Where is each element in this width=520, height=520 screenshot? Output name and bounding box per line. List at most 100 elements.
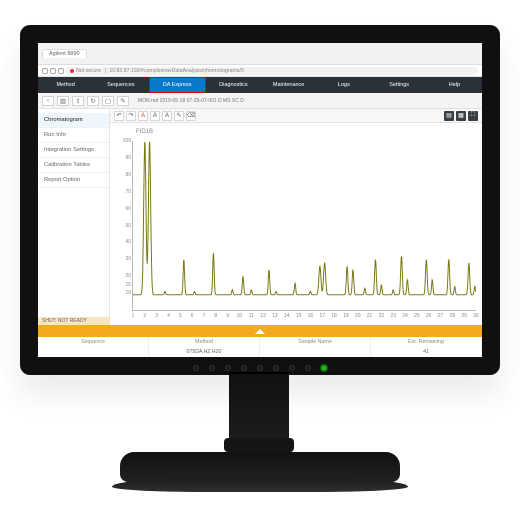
chart-tool-redo-icon[interactable]: ↷ <box>126 111 136 121</box>
sequence-label: Sequence <box>38 337 149 347</box>
chart-tool-ared-icon[interactable]: A <box>138 111 148 121</box>
security-warning-icon <box>70 69 74 73</box>
power-led <box>321 365 327 371</box>
footer-headers: Sequence MethodSample NameEst. Remaining <box>38 337 482 347</box>
nav-tab-help[interactable]: Help <box>427 77 482 93</box>
xtick: 11 <box>249 313 254 319</box>
doc-icon[interactable]: ▥ <box>57 96 69 106</box>
nav-tab-logs[interactable]: Logs <box>316 77 371 93</box>
monitor-buttons <box>193 365 327 371</box>
xtick: 12 <box>260 313 266 319</box>
status-warning: SHUT: NOT READY <box>38 317 110 325</box>
chart-title: FID1B <box>136 129 476 135</box>
xtick: 2 <box>143 313 146 319</box>
footer-header: Est. Remaining <box>371 337 482 347</box>
sidebar-item-calibration-tables[interactable]: Calibration Tables <box>38 158 109 173</box>
footer-value: 41 <box>371 347 482 357</box>
ytick: 80 <box>115 172 131 178</box>
xtick: 14 <box>284 313 290 319</box>
xtick: 6 <box>191 313 194 319</box>
chart-tool-erase-icon[interactable]: ⌫ <box>186 111 196 121</box>
browser-chrome: Agilent 8890 <box>38 43 482 65</box>
xtick: 22 <box>379 313 385 319</box>
xtick: 7 <box>203 313 206 319</box>
sidebar-item-run-info[interactable]: Run Info <box>38 128 109 143</box>
xtick: 10 <box>237 313 243 319</box>
expand-bar[interactable] <box>38 325 482 337</box>
footer-value: 075DA HZ H20 <box>149 347 260 357</box>
xtick: 23 <box>390 313 396 319</box>
chart-tool-pencil-icon[interactable]: ✎ <box>174 111 184 121</box>
xtick: 9 <box>226 313 229 319</box>
xtick: 19 <box>343 313 349 319</box>
xtick: 3 <box>155 313 158 319</box>
chart-view-grid-icon[interactable]: ▦ <box>456 111 466 121</box>
xtick: 8 <box>214 313 217 319</box>
chevron-left-icon[interactable]: ‹ <box>42 96 54 106</box>
nav-tab-da-express[interactable]: DA Express <box>149 77 206 93</box>
sidebar-item-integration-settings[interactable]: Integration Settings <box>38 143 109 158</box>
monitor-neck <box>215 372 303 452</box>
chart-tool-a-icon[interactable]: A <box>162 111 172 121</box>
url-text: 10.82.87.192/#complexnavDataAnalysis/chr… <box>109 68 243 74</box>
footer-value <box>260 347 371 357</box>
chart-view-layers-icon[interactable]: ▤ <box>444 111 454 121</box>
back-icon[interactable] <box>42 68 48 74</box>
browser-tab[interactable]: Agilent 8890 <box>42 49 87 58</box>
chromatogram-trace <box>133 141 476 310</box>
ytick: 90 <box>115 155 131 161</box>
footer: Sequence MethodSample NameEst. Remaining… <box>38 325 482 357</box>
footer-values: 075DA HZ H20 41 <box>38 347 482 357</box>
app-nav: MethodSequencesDA ExpressDiagnosticsMain… <box>38 77 482 93</box>
screen: Agilent 8890 Not secure | 10.82.87.192/#… <box>38 43 482 357</box>
nav-tab-settings[interactable]: Settings <box>372 77 427 93</box>
ytick: 30 <box>115 256 131 262</box>
urlbar[interactable]: Not secure | 10.82.87.192/#complexnavDat… <box>66 67 478 75</box>
xtick: 30 <box>473 313 479 319</box>
file-toolbar: ‹▥⇪↻▢✎ MON red 2019-05-18 07-25-07-001 D… <box>38 93 482 109</box>
square-icon[interactable]: ▢ <box>102 96 114 106</box>
xtick: 5 <box>179 313 182 319</box>
security-text: Not secure <box>76 68 101 74</box>
xtick: 20 <box>355 313 361 319</box>
sequence-value <box>38 347 149 357</box>
reload-icon[interactable] <box>58 68 64 74</box>
chromatogram-plot[interactable]: 1015203040506070809010012345678910111213… <box>132 141 476 311</box>
ytick: 60 <box>115 206 131 212</box>
refresh-icon[interactable]: ↻ <box>87 96 99 106</box>
ytick: 70 <box>115 189 131 195</box>
chart-tool-a-icon[interactable]: A <box>150 111 160 121</box>
nav-tab-method[interactable]: Method <box>38 77 93 93</box>
ytick: 50 <box>115 223 131 229</box>
sidebar-item-report-option[interactable]: Report Option <box>38 173 109 188</box>
xtick: 24 <box>402 313 408 319</box>
xtick: 25 <box>414 313 420 319</box>
nav-tab-sequences[interactable]: Sequences <box>93 77 148 93</box>
chart-tool-undo-icon[interactable]: ↶ <box>114 111 124 121</box>
xtick: 4 <box>167 313 170 319</box>
sidebar-item-chromatogram[interactable]: Chromatogram <box>38 113 109 128</box>
chart-area: FID1B 1015203040506070809010012345678910… <box>110 123 482 325</box>
xtick: 18 <box>331 313 337 319</box>
nav-tab-diagnostics[interactable]: Diagnostics <box>206 77 261 93</box>
footer-header: Sample Name <box>260 337 371 347</box>
ytick: 100 <box>115 138 131 144</box>
page-icon[interactable]: ✎ <box>117 96 129 106</box>
chart-toolbar: ↶↷AAA✎⌫▤▦⛶ <box>110 109 482 123</box>
nav-tab-maintenance[interactable]: Maintenance <box>261 77 316 93</box>
doc-arrow-icon[interactable]: ⇪ <box>72 96 84 106</box>
chart-view-fullscreen-icon[interactable]: ⛶ <box>468 111 478 121</box>
footer-header: Method <box>149 337 260 347</box>
ytick: 15 <box>115 282 131 288</box>
xtick: 13 <box>272 313 278 319</box>
monitor-base <box>120 450 400 496</box>
xtick: 28 <box>450 313 456 319</box>
ytick: 40 <box>115 239 131 245</box>
forward-icon[interactable] <box>50 68 56 74</box>
xtick: 21 <box>367 313 373 319</box>
ytick: 20 <box>115 273 131 279</box>
ytick: 10 <box>115 290 131 296</box>
xtick: 27 <box>438 313 444 319</box>
browser-urlbar-row: Not secure | 10.82.87.192/#complexnavDat… <box>38 65 482 77</box>
xtick: 1 <box>132 313 135 319</box>
